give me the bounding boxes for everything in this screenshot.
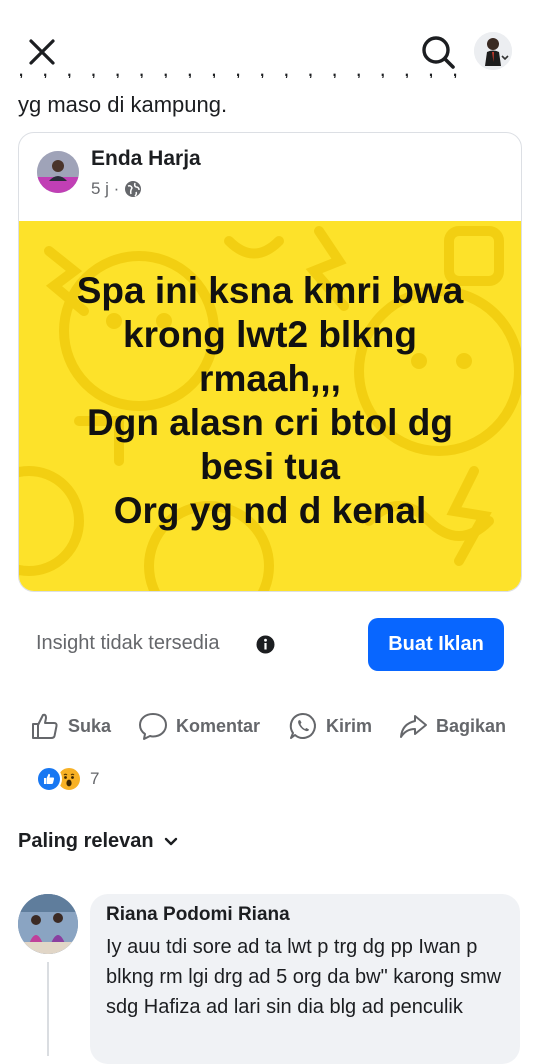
shared-post-header: Enda Harja 5 j ·: [19, 133, 521, 221]
like-button[interactable]: Suka: [30, 706, 111, 746]
like-label: Suka: [68, 715, 112, 736]
post-meta: 5 j ·: [91, 179, 142, 199]
post-image-text: Spa ini ksna kmri bwa krong lwt2 blkng r…: [76, 270, 464, 531]
profile-picture: [474, 32, 512, 70]
post-time: 5 j ·: [91, 179, 120, 198]
status-bar: [0, 0, 540, 10]
comment-bubble[interactable]: Riana Podomi Riana Iy auu tdi sore ad ta…: [90, 894, 520, 1064]
chevron-down-icon: [164, 837, 177, 845]
like-reaction-icon: [36, 766, 62, 792]
send-button[interactable]: Kirim: [288, 706, 372, 746]
post-image[interactable]: Spa ini ksna kmri bwa krong lwt2 blkng r…: [19, 221, 521, 591]
author-avatar[interactable]: [37, 151, 79, 193]
comment-sort-dropdown[interactable]: Paling relevan: [18, 830, 178, 853]
share-icon: [400, 715, 427, 738]
comment-sort-label: Paling relevan: [18, 830, 154, 852]
shared-post-card[interactable]: Enda Harja 5 j · Spa ini ksna kmri bwa k…: [18, 132, 522, 592]
commenter-name[interactable]: Riana Podomi Riana: [106, 904, 290, 926]
commenter-avatar[interactable]: [18, 894, 78, 954]
whatsapp-icon: [289, 712, 316, 739]
insight-label: Insight tidak tersedia: [36, 632, 220, 654]
thread-line: [47, 962, 49, 1056]
author-name[interactable]: Enda Harja: [91, 147, 201, 171]
truncated-text-line: ,,,,,,,,,,,,,,,,,,,: [18, 64, 477, 78]
reaction-count: 7: [90, 769, 100, 788]
post-text: yg maso di kampung.: [18, 92, 228, 117]
status-time: [24, 0, 28, 8]
author-picture: [37, 151, 79, 193]
globe-icon: [125, 181, 142, 197]
profile-avatar[interactable]: [474, 32, 512, 70]
commenter-picture: [18, 894, 78, 954]
create-ad-button[interactable]: Buat Iklan: [368, 618, 504, 671]
comment-label: Komentar: [176, 715, 261, 736]
info-icon[interactable]: [256, 635, 275, 654]
thumbs-up-icon: [32, 713, 58, 739]
share-label: Bagikan: [436, 715, 507, 736]
action-bar: Suka Komentar Kirim Bagikan: [0, 706, 540, 746]
comment-button[interactable]: Komentar: [138, 706, 260, 746]
reaction-summary[interactable]: 7: [36, 766, 99, 792]
status-icons: [517, 0, 520, 6]
comment-text: Iy auu tdi sore ad ta lwt p trg dg pp Iw…: [106, 936, 502, 1018]
comment-icon: [139, 713, 167, 740]
send-label: Kirim: [326, 715, 373, 736]
share-button[interactable]: Bagikan: [398, 706, 506, 746]
